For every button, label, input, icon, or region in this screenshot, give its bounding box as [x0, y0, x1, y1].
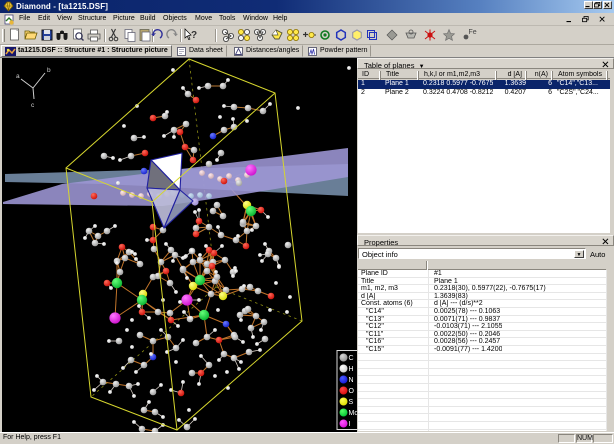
svg-text:?: ?	[191, 30, 197, 41]
svg-text:N: N	[349, 377, 354, 384]
svg-text:I: I	[349, 421, 351, 428]
svg-text:S: S	[349, 399, 354, 406]
svg-text:O: O	[349, 388, 355, 395]
svg-text:b: b	[47, 67, 51, 74]
svg-text:Fe: Fe	[469, 29, 477, 36]
svg-text:C: C	[349, 355, 354, 362]
svg-text:c: c	[31, 102, 35, 109]
svg-text:H: H	[349, 366, 354, 373]
svg-text:a: a	[16, 73, 20, 80]
